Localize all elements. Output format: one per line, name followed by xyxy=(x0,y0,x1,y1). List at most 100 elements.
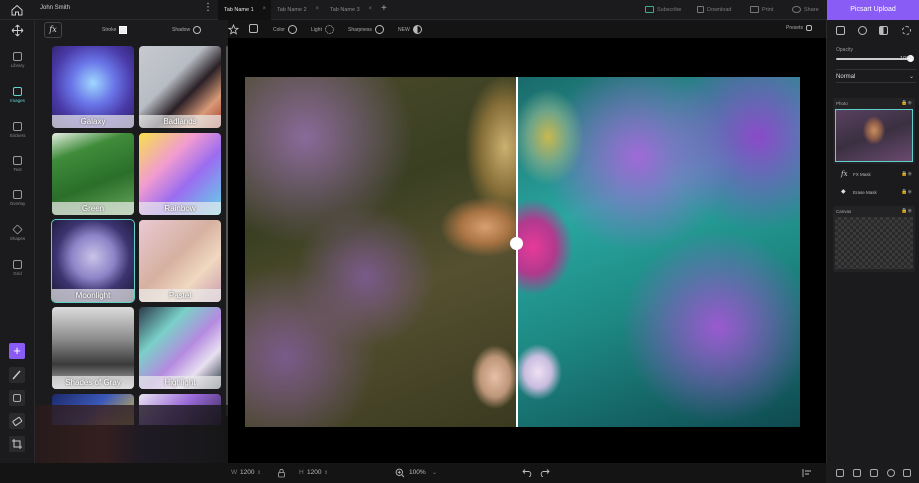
layers-footer xyxy=(826,463,919,483)
stroke-toggle[interactable]: Stroke xyxy=(102,26,128,34)
star-icon[interactable] xyxy=(228,24,239,35)
overlay-icon xyxy=(13,190,22,199)
shapes-icon xyxy=(12,224,23,235)
user-name[interactable]: John Smith xyxy=(40,5,70,11)
more-menu-icon[interactable]: ⋮ xyxy=(203,2,213,13)
rail-overlay[interactable]: Overlay xyxy=(0,190,35,206)
print-button[interactable]: Print xyxy=(750,6,773,13)
trash-icon[interactable] xyxy=(903,469,911,477)
lock-eye-icon[interactable]: 🔒◉ xyxy=(901,100,912,106)
effect-tile-shades-of-gray[interactable]: Shades of Gray xyxy=(52,307,134,389)
layer-erase-mask[interactable]: ◆ Erase Mask 🔒◉ xyxy=(839,186,915,199)
move-icon[interactable] xyxy=(11,24,24,37)
layer-thumbnail xyxy=(835,109,913,162)
effect-tile-green[interactable]: Green xyxy=(52,133,134,215)
layer-fx-mask[interactable]: fx FX Mask 🔒◉ xyxy=(839,168,915,181)
close-icon[interactable]: × xyxy=(262,6,266,12)
tab-3[interactable]: Tab Name 3 × xyxy=(324,0,377,20)
effect-tile-moonlight[interactable]: Moonlight xyxy=(51,219,135,303)
tab-label: Tab Name 1 xyxy=(224,7,254,13)
eraser-tool[interactable] xyxy=(9,413,25,429)
shadow-toggle[interactable]: Shadow xyxy=(172,26,202,34)
width-input[interactable]: 1200 xyxy=(240,469,254,476)
chevron-down-icon[interactable]: ⌄ xyxy=(432,469,437,476)
align-icon[interactable] xyxy=(802,468,813,478)
brush-tool[interactable] xyxy=(9,367,25,383)
contrast-icon[interactable] xyxy=(879,26,888,35)
presets-button[interactable]: Presets xyxy=(786,25,812,31)
sharpness-button[interactable]: Sharpness xyxy=(348,25,384,34)
rail-grid[interactable]: Grid xyxy=(0,260,35,276)
effect-label: Pastel xyxy=(139,289,221,302)
add-tab-icon[interactable]: + xyxy=(381,3,387,14)
tab-1[interactable]: Tab Name 1 × xyxy=(218,0,271,20)
add-button[interactable]: + xyxy=(9,343,25,359)
zoom-icon[interactable] xyxy=(395,468,405,478)
height-stepper-icon[interactable]: ⇕ xyxy=(324,470,328,476)
text-icon xyxy=(13,156,22,165)
new-button[interactable]: NEW xyxy=(398,25,422,34)
download-button[interactable]: Download xyxy=(697,6,731,13)
subscribe-button[interactable]: Subscribe xyxy=(645,6,681,13)
sticker-icon xyxy=(13,122,22,131)
duplicate-icon[interactable] xyxy=(836,469,844,477)
opacity-label: Opacity xyxy=(836,47,853,53)
compare-divider[interactable] xyxy=(516,77,518,427)
height-input[interactable]: 1200 xyxy=(307,469,321,476)
tab-2[interactable]: Tab Name 2 × xyxy=(271,0,324,20)
color-button[interactable]: Color xyxy=(273,25,297,34)
link-icon[interactable] xyxy=(887,469,895,477)
home-icon[interactable] xyxy=(10,3,24,17)
folder-icon[interactable] xyxy=(853,469,861,477)
effect-tile-highlight[interactable]: Highlight xyxy=(139,307,221,389)
rail-images[interactable]: Images xyxy=(0,87,35,103)
lock-icon[interactable] xyxy=(277,468,286,478)
layer-photo[interactable]: Photo 🔒◉ xyxy=(833,98,915,164)
light-button[interactable]: Light xyxy=(311,25,334,34)
filter-icon[interactable] xyxy=(902,26,911,35)
adjust-button[interactable] xyxy=(249,24,258,33)
fx-button[interactable]: fx xyxy=(44,22,62,38)
zoom-level[interactable]: 100% xyxy=(409,469,426,476)
undo-icon[interactable] xyxy=(522,468,533,477)
upload-button[interactable]: Picsart Upload xyxy=(827,0,919,20)
fx-icon: fx xyxy=(841,170,848,178)
share-icon xyxy=(792,6,801,13)
photo-canvas[interactable] xyxy=(245,77,800,427)
lock-eye-icon[interactable]: 🔒◉ xyxy=(901,208,912,214)
rail-shapes[interactable]: Shapes xyxy=(0,224,35,241)
effect-tile-badlands[interactable]: Badlands xyxy=(139,46,221,128)
opacity-value: 100% xyxy=(900,56,915,62)
width-stepper-icon[interactable]: ⇕ xyxy=(257,470,261,476)
crop-tool[interactable] xyxy=(9,436,25,452)
image-icon xyxy=(13,87,22,96)
redo-icon[interactable] xyxy=(539,468,550,477)
lasso-icon[interactable] xyxy=(858,26,867,35)
layer-canvas[interactable]: Canvas 🔒◉ xyxy=(833,206,915,272)
crop-layer-icon[interactable] xyxy=(836,26,845,35)
rail-library[interactable]: Library xyxy=(0,52,35,68)
thumbnail-strip xyxy=(35,405,228,463)
rail-stickers[interactable]: Stickers xyxy=(0,122,35,138)
shape-tool[interactable] xyxy=(9,390,25,406)
rail-text[interactable]: Text xyxy=(0,156,35,172)
subscribe-icon xyxy=(645,6,654,13)
lock-eye-icon[interactable]: 🔒◉ xyxy=(901,189,912,195)
close-icon[interactable]: × xyxy=(315,6,319,12)
print-icon xyxy=(750,6,759,13)
effect-label: Shades of Gray xyxy=(52,376,134,389)
effect-tile-galaxy[interactable]: Galaxy xyxy=(52,46,134,128)
share-button[interactable]: Share xyxy=(792,6,819,13)
effect-tile-rainbow[interactable]: Rainbow xyxy=(139,133,221,215)
copy-icon[interactable] xyxy=(870,469,878,477)
grid-icon xyxy=(13,260,22,269)
blend-mode-select[interactable]: Normal ⌄ xyxy=(836,69,916,83)
close-icon[interactable]: × xyxy=(368,6,372,12)
eraser-icon xyxy=(12,416,23,426)
lock-eye-icon[interactable]: 🔒◉ xyxy=(901,171,912,177)
effect-tile-pastel[interactable]: Pastel xyxy=(139,220,221,302)
download-icon xyxy=(697,6,704,13)
effect-label: Galaxy xyxy=(52,115,134,128)
compare-handle[interactable] xyxy=(510,237,523,250)
top-bar: John Smith ⋮ Tab Name 1 × Tab Name 2 × T… xyxy=(0,0,919,20)
